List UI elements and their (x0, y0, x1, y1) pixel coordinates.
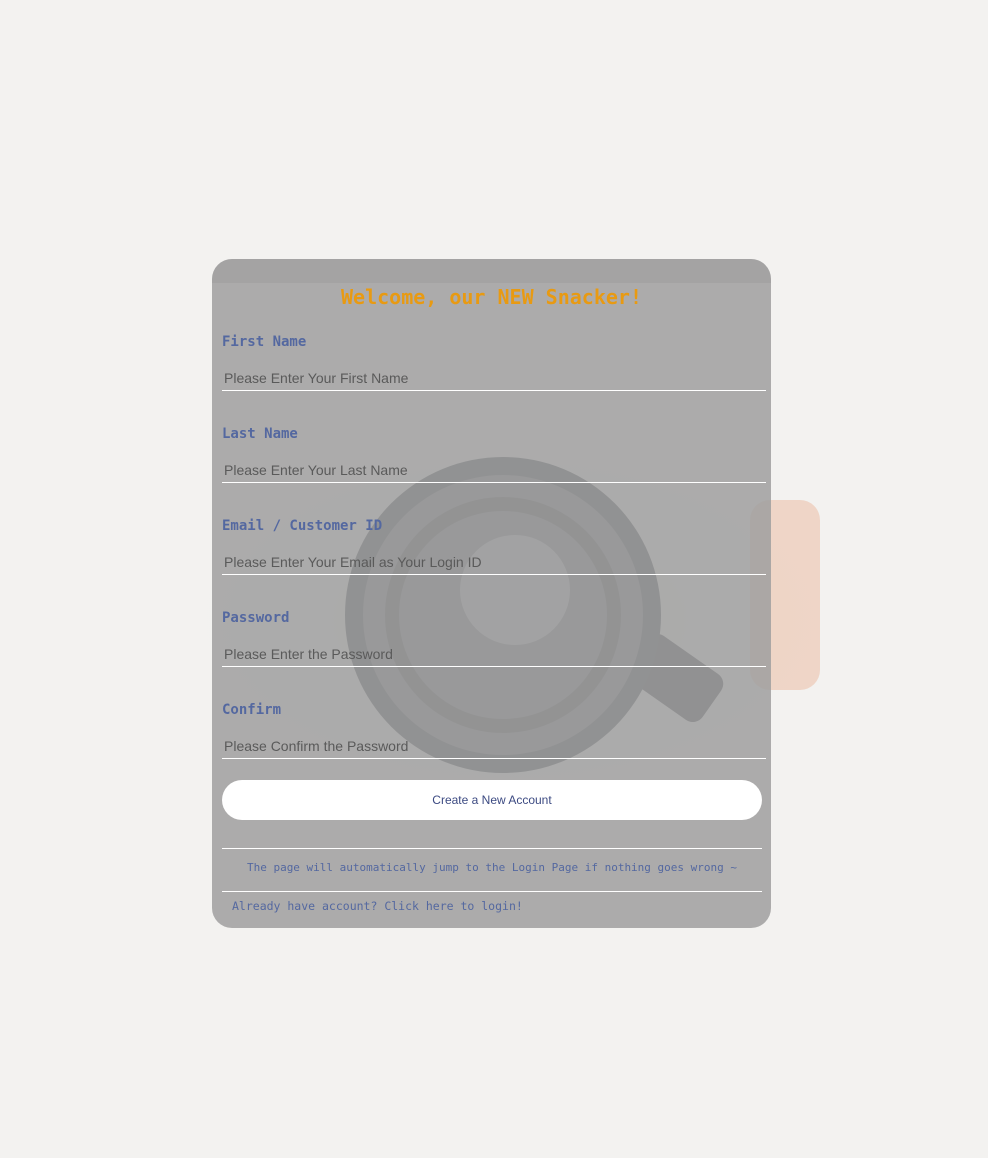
card-header-band (212, 259, 771, 283)
login-link[interactable]: Already have account? Click here to logi… (232, 899, 523, 913)
redirect-notice: The page will automatically jump to the … (246, 861, 738, 874)
password-input[interactable] (222, 641, 766, 667)
last-name-input[interactable] (222, 457, 766, 483)
divider-top (222, 848, 762, 849)
last-name-label: Last Name (222, 426, 298, 442)
confirm-password-input[interactable] (222, 733, 766, 759)
confirm-password-label: Confirm (222, 702, 282, 718)
create-account-button[interactable]: Create a New Account (222, 780, 762, 820)
page-title: Welcome, our NEW Snacker! (340, 285, 643, 309)
password-label: Password (222, 610, 290, 626)
first-name-label: First Name (222, 334, 307, 350)
first-name-input[interactable] (222, 365, 766, 391)
signup-card: Welcome, our NEW Snacker! First Name Las… (212, 259, 771, 928)
email-label: Email / Customer ID (222, 518, 383, 534)
divider-bottom (222, 891, 762, 892)
email-input[interactable] (222, 549, 766, 575)
